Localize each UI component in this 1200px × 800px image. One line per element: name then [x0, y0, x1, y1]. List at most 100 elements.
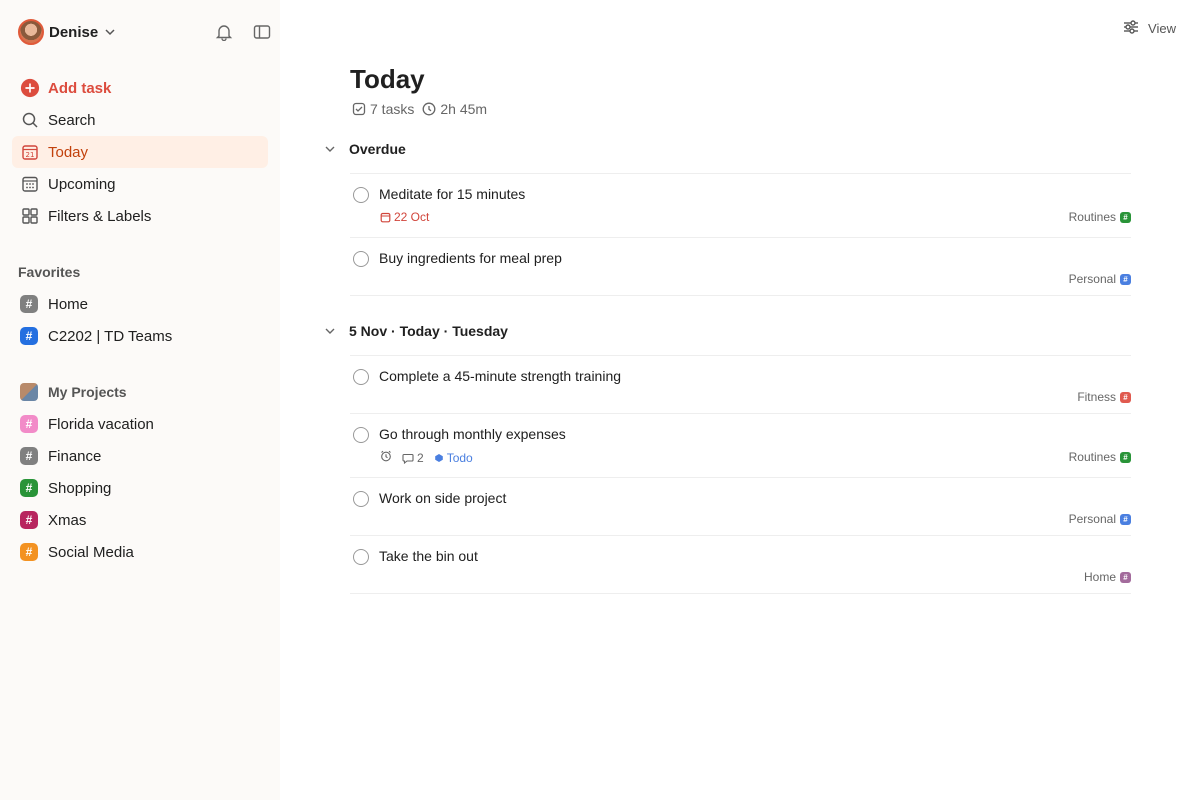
task-check-icon — [352, 102, 366, 116]
hash-icon: # — [20, 543, 38, 561]
sliders-icon — [1122, 18, 1140, 39]
project-label: C2202 | TD Teams — [48, 327, 173, 345]
task-row[interactable]: Work on side project Personal # — [350, 478, 1131, 536]
group-title: Overdue — [349, 141, 406, 157]
main-nav: Add task Search 21 Today Upcoming Filter… — [12, 72, 268, 232]
nav-label: Add task — [48, 79, 112, 97]
task-meta: 2 Todo — [380, 450, 473, 465]
project-label: Shopping — [48, 479, 112, 497]
group-header-overdue: Overdue — [324, 141, 1131, 157]
project-label: Home — [48, 295, 89, 313]
nav-item-upcoming[interactable]: Upcoming — [12, 168, 268, 200]
projects-avatar-icon — [20, 383, 38, 401]
favorite-item-home[interactable]: # Home — [12, 288, 268, 320]
task-meta: 22 Oct — [380, 210, 429, 224]
project-tag[interactable]: Personal # — [1069, 272, 1131, 286]
task-row[interactable]: Take the bin out Home # — [350, 536, 1131, 594]
project-item-florida-vacation[interactable]: # Florida vacation — [12, 408, 268, 440]
task-row[interactable]: Meditate for 15 minutes 22 Oct Routines … — [350, 174, 1131, 238]
project-item-finance[interactable]: # Finance — [12, 440, 268, 472]
hash-icon: # — [20, 511, 38, 529]
project-item-shopping[interactable]: # Shopping — [12, 472, 268, 504]
notifications-bell-icon[interactable] — [212, 20, 236, 44]
plus-circle-icon — [20, 78, 40, 98]
sidebar: Denise Add task Search 21 Today Upcoming… — [0, 0, 280, 800]
nav-item-today[interactable]: 21 Today — [12, 136, 268, 168]
chevron-down-icon — [104, 26, 116, 38]
favorites-heading[interactable]: Favorites — [18, 264, 80, 280]
group-title: 5 Nov · Today · Tuesday — [349, 323, 508, 339]
project-tag[interactable]: Fitness # — [1077, 390, 1131, 404]
hash-icon: # — [1120, 391, 1131, 403]
comment-count[interactable]: 2 — [402, 451, 424, 465]
nav-item-search[interactable]: Search — [12, 104, 268, 136]
nav-item-filters-labels[interactable]: Filters & Labels — [12, 200, 268, 232]
calendar-icon — [380, 212, 391, 222]
hash-icon: # — [1120, 451, 1131, 463]
calendar-today-icon: 21 — [20, 142, 40, 162]
task-title: Work on side project — [379, 490, 507, 506]
task-checkbox[interactable] — [353, 491, 369, 507]
hash-icon: # — [20, 479, 38, 497]
chevron-down-icon[interactable] — [324, 325, 336, 337]
task-checkbox[interactable] — [353, 369, 369, 385]
project-label: Xmas — [48, 511, 87, 529]
task-title: Complete a 45-minute strength training — [379, 368, 622, 384]
group-header-today: 5 Nov · Today · Tuesday — [324, 323, 1131, 339]
task-title: Go through monthly expenses — [379, 426, 566, 442]
project-tag[interactable]: Routines # — [1069, 450, 1131, 464]
sidebar-toggle-icon[interactable] — [250, 20, 274, 44]
due-date[interactable]: 22 Oct — [380, 210, 429, 224]
task-title: Buy ingredients for meal prep — [379, 250, 562, 266]
nav-label: Search — [48, 111, 96, 129]
nav-label: Filters & Labels — [48, 207, 152, 225]
user-name: Denise — [49, 23, 99, 41]
hash-icon: # — [20, 295, 38, 313]
grid-icon — [20, 206, 40, 226]
project-item-social-media[interactable]: # Social Media — [12, 536, 268, 568]
hash-icon: # — [1120, 571, 1131, 583]
project-tag[interactable]: Routines # — [1069, 210, 1131, 224]
nav-label: Today — [48, 143, 89, 161]
label-icon — [434, 453, 443, 462]
hash-icon: # — [20, 327, 38, 345]
calendar-grid-icon — [20, 174, 40, 194]
search-icon — [20, 110, 40, 130]
my-projects-heading[interactable]: My Projects — [12, 376, 268, 408]
label-tag[interactable]: Todo — [434, 451, 473, 465]
project-item-xmas[interactable]: # Xmas — [12, 504, 268, 536]
user-menu[interactable]: Denise — [18, 18, 116, 46]
clock-icon — [422, 102, 436, 116]
add-task-button[interactable]: Add task — [12, 72, 268, 104]
project-tag[interactable]: Home # — [1084, 570, 1131, 584]
hash-icon: # — [20, 447, 38, 465]
task-checkbox[interactable] — [353, 251, 369, 267]
alarm-clock-icon — [380, 450, 392, 465]
project-label: Social Media — [48, 543, 134, 561]
task-row[interactable]: Complete a 45-minute strength training F… — [350, 356, 1131, 414]
task-checkbox[interactable] — [353, 549, 369, 565]
page-title: Today — [350, 64, 425, 94]
project-label: Finance — [48, 447, 102, 465]
view-label: View — [1148, 21, 1176, 36]
project-tag[interactable]: Personal # — [1069, 512, 1131, 526]
view-options-button[interactable]: View — [1122, 18, 1176, 39]
hash-icon: # — [1120, 513, 1131, 525]
task-count: 7 tasks — [370, 101, 415, 117]
page-meta: 7 tasks 2h 45m — [352, 101, 495, 117]
task-checkbox[interactable] — [353, 427, 369, 443]
favorites-list: # Home # C2202 | TD Teams — [12, 288, 268, 352]
chevron-down-icon[interactable] — [324, 143, 336, 155]
favorite-item-td-teams[interactable]: # C2202 | TD Teams — [12, 320, 268, 352]
project-label: Florida vacation — [48, 415, 154, 433]
section-label: My Projects — [48, 384, 127, 400]
task-checkbox[interactable] — [353, 187, 369, 203]
avatar — [18, 19, 44, 45]
task-row[interactable]: Buy ingredients for meal prep Personal # — [350, 238, 1131, 296]
my-projects-list: My Projects # Florida vacation # Finance… — [12, 376, 268, 568]
task-title: Meditate for 15 minutes — [379, 186, 526, 202]
task-row[interactable]: Go through monthly expenses 2 Todo Routi… — [350, 414, 1131, 478]
nav-label: Upcoming — [48, 175, 116, 193]
svg-text:21: 21 — [26, 151, 35, 159]
duration: 2h 45m — [440, 101, 488, 117]
